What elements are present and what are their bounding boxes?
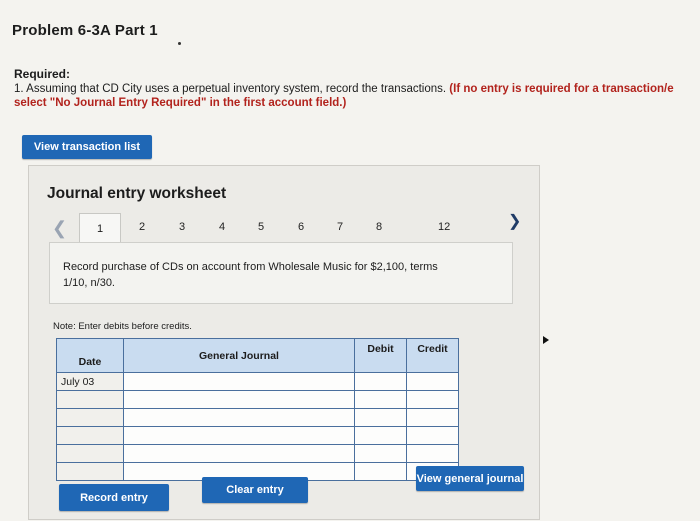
table-row bbox=[56, 426, 459, 445]
view-general-journal-button[interactable]: View general journal bbox=[416, 466, 524, 491]
worksheet-title: Journal entry worksheet bbox=[47, 185, 227, 202]
debit-field[interactable] bbox=[354, 426, 407, 445]
general-journal-header: General Journal bbox=[123, 338, 355, 373]
date-cell bbox=[56, 462, 124, 481]
credit-field[interactable] bbox=[406, 426, 459, 445]
table-row bbox=[56, 390, 459, 409]
tab-6[interactable]: 6 bbox=[298, 221, 304, 233]
credit-field[interactable] bbox=[406, 444, 459, 463]
tab-7[interactable]: 7 bbox=[337, 221, 343, 233]
tab-12[interactable]: 12 bbox=[438, 221, 450, 233]
table-row: July 03 bbox=[56, 372, 459, 391]
credit-field[interactable] bbox=[406, 372, 459, 391]
tab-2[interactable]: 2 bbox=[139, 221, 145, 233]
date-cell bbox=[56, 408, 124, 427]
page-title: Problem 6-3A Part 1 bbox=[12, 22, 158, 39]
clear-entry-button[interactable]: Clear entry bbox=[202, 477, 308, 503]
chevron-right-icon[interactable]: ❯ bbox=[508, 211, 521, 231]
debit-field[interactable] bbox=[354, 408, 407, 427]
tab-3[interactable]: 3 bbox=[179, 221, 185, 233]
date-cell: July 03 bbox=[56, 372, 124, 391]
debit-field[interactable] bbox=[354, 372, 407, 391]
table-row bbox=[56, 408, 459, 427]
date-cell bbox=[56, 390, 124, 409]
journal-table-header-row: Date General Journal Debit Credit bbox=[56, 338, 459, 373]
chevron-left-icon[interactable]: ❮ bbox=[52, 218, 67, 239]
required-instructions: 1. Assuming that CD City uses a perpetua… bbox=[14, 82, 700, 110]
date-cell bbox=[56, 426, 124, 445]
journal-table: Date General Journal Debit Credit July 0… bbox=[56, 338, 459, 481]
debit-field[interactable] bbox=[354, 444, 407, 463]
decorative-dot bbox=[178, 42, 181, 45]
tab-5[interactable]: 5 bbox=[258, 221, 264, 233]
debit-field[interactable] bbox=[354, 390, 407, 409]
debits-before-credits-note: Note: Enter debits before credits. bbox=[53, 321, 192, 332]
tab-4[interactable]: 4 bbox=[219, 221, 225, 233]
debit-field[interactable] bbox=[354, 462, 407, 481]
account-field[interactable] bbox=[123, 408, 355, 427]
debit-header: Debit bbox=[354, 338, 407, 373]
tab-1[interactable]: 1 bbox=[79, 213, 121, 244]
required-text: 1. Assuming that CD City uses a perpetua… bbox=[14, 83, 447, 95]
credit-header: Credit bbox=[406, 338, 459, 373]
account-field[interactable] bbox=[123, 390, 355, 409]
account-field[interactable] bbox=[123, 372, 355, 391]
transaction-description-box: Record purchase of CDs on account from W… bbox=[49, 242, 513, 304]
credit-field[interactable] bbox=[406, 408, 459, 427]
table-row bbox=[56, 444, 459, 463]
record-entry-button[interactable]: Record entry bbox=[59, 484, 169, 511]
required-note-line1: (If no entry is required for a transacti… bbox=[449, 83, 674, 95]
required-label: Required: bbox=[14, 67, 71, 81]
date-header: Date bbox=[56, 338, 124, 373]
tab-8[interactable]: 8 bbox=[376, 221, 382, 233]
mouse-cursor-icon bbox=[543, 336, 549, 344]
account-field[interactable] bbox=[123, 444, 355, 463]
transaction-description: Record purchase of CDs on account from W… bbox=[63, 261, 438, 289]
required-note-line2: select "No Journal Entry Required" in th… bbox=[14, 97, 347, 109]
journal-entry-worksheet: Journal entry worksheet ❮ 1 2 3 4 5 6 7 … bbox=[28, 165, 540, 520]
date-cell bbox=[56, 444, 124, 463]
credit-field[interactable] bbox=[406, 390, 459, 409]
account-field[interactable] bbox=[123, 426, 355, 445]
view-transaction-list-button[interactable]: View transaction list bbox=[22, 135, 152, 159]
